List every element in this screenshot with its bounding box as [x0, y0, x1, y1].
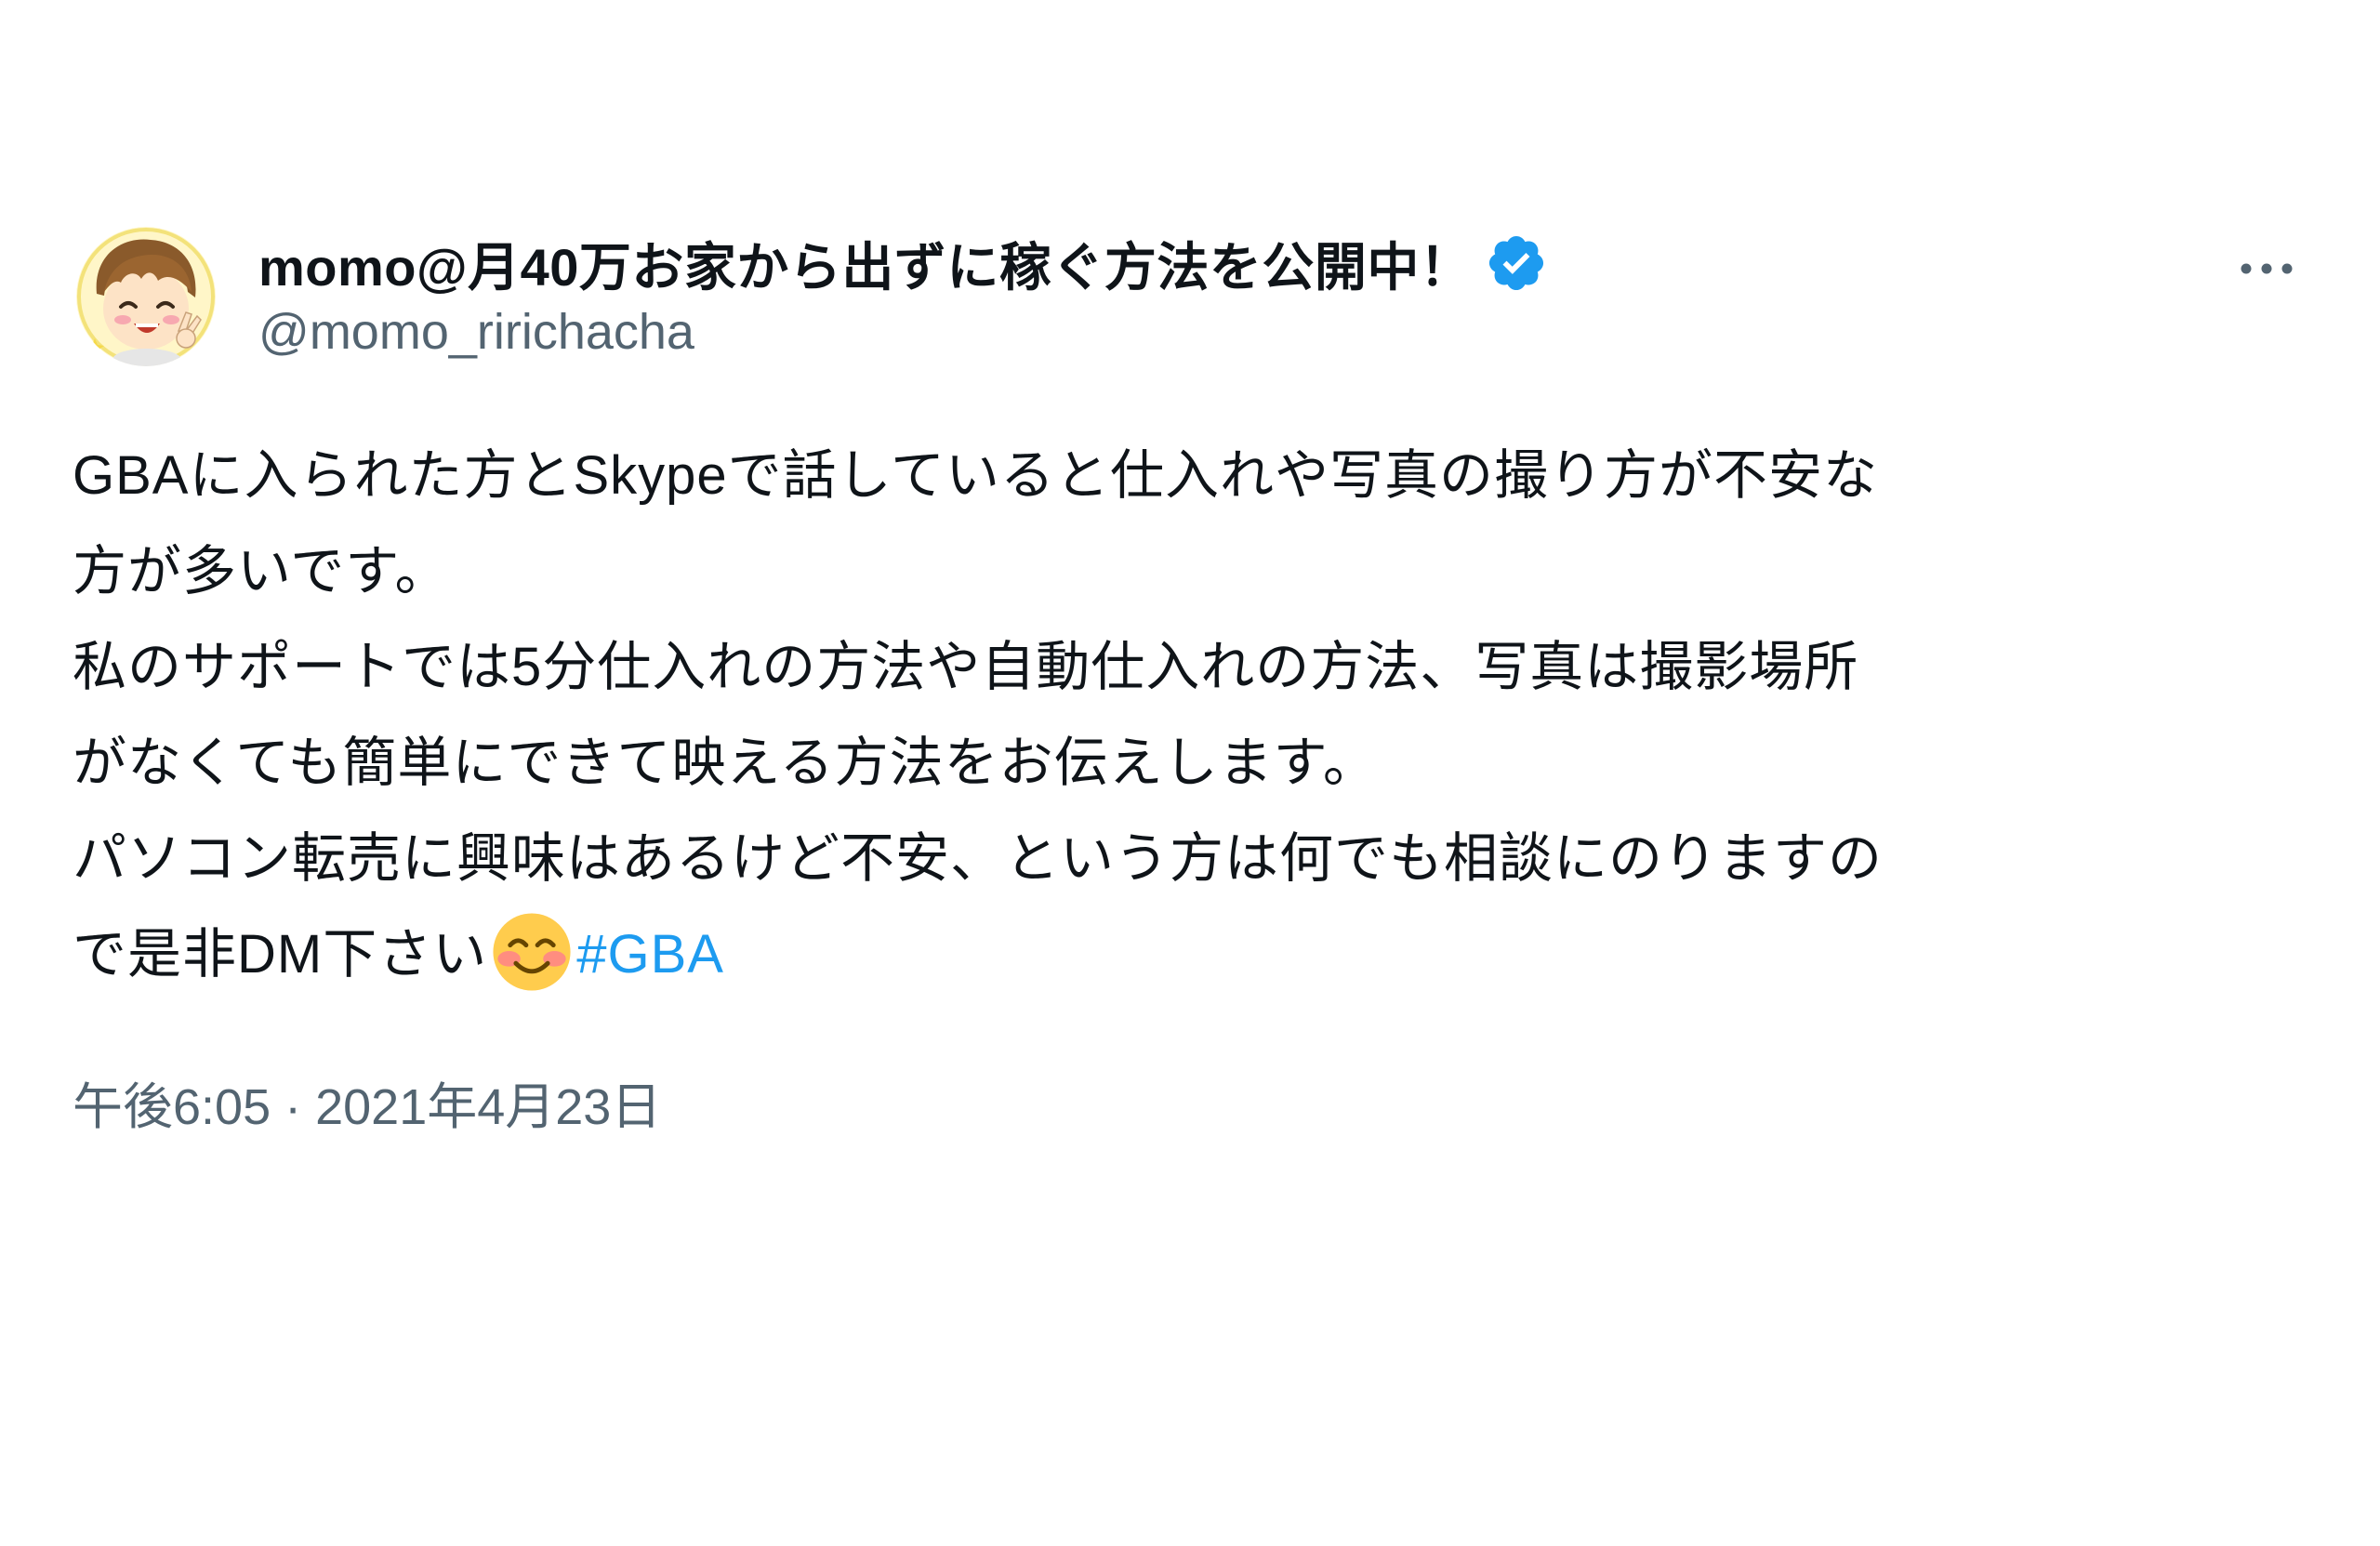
- more-horizontal-icon: [2241, 263, 2293, 274]
- tweet-time[interactable]: 午後6:05: [73, 1079, 271, 1135]
- tweet-card: momo@月40万お家から出ずに稼ぐ方法を公開中！ @momo_ririchac…: [73, 214, 2304, 1139]
- tweet-text-line: で是非DM下さい: [73, 924, 488, 984]
- hashtag-link[interactable]: #GBA: [576, 924, 724, 984]
- tweet-date[interactable]: 2021年4月23日: [315, 1079, 661, 1135]
- display-name[interactable]: momo@月40万お家から出ずに稼ぐ方法を公開中！: [258, 226, 1472, 301]
- tweet-text-line: がなくても簡単にできて映える方法をお伝えします。: [73, 733, 1378, 793]
- smiling-face-icon: [491, 911, 573, 993]
- tweet-text-line: GBAに入られた方とSkypeで話していると仕入れや写真の撮り方が不安な: [73, 445, 1878, 506]
- more-options-button[interactable]: [2229, 236, 2304, 301]
- verified-badge-icon[interactable]: [1485, 231, 1548, 295]
- timestamp-separator: ·: [271, 1079, 316, 1135]
- display-name-row: momo@月40万お家から出ずに稼ぐ方法を公開中！: [258, 227, 1548, 299]
- tweet-text-line: パソコン転売に興味はあるけど不安、という方は何でも相談にのりますの: [73, 828, 1884, 889]
- tweet-text: GBAに入られた方とSkypeで話していると仕入れや写真の撮り方が不安な 方が多…: [73, 428, 2285, 1002]
- tweet-text-line: 私のサポートでは5分仕入れの方法や自動仕入れの方法、写真は撮影場所: [73, 637, 1859, 697]
- avatar[interactable]: [76, 227, 216, 366]
- cartoon-avatar-icon: [76, 227, 216, 366]
- author-names: momo@月40万お家から出ずに稼ぐ方法を公開中！ @momo_ririchac…: [258, 227, 1548, 361]
- author-handle[interactable]: @momo_ririchacha: [258, 303, 1548, 361]
- tweet-header: momo@月40万お家から出ずに稼ぐ方法を公開中！ @momo_ririchac…: [73, 214, 2304, 372]
- tweet-text-line: 方が多いです。: [73, 541, 450, 601]
- tweet-timestamp: 午後6:05 · 2021年4月23日: [73, 1065, 2304, 1139]
